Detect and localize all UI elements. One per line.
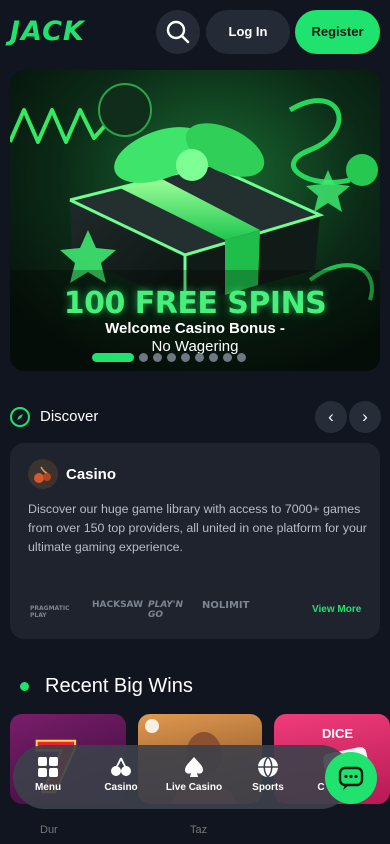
game-tag: Taz [190,824,208,836]
search-icon [166,20,190,44]
discover-prev-button[interactable]: ‹ [315,401,347,433]
nav-item-menu[interactable]: Menu [13,745,83,809]
nav-item-sports[interactable]: Sports [233,745,303,809]
brand-logo[interactable]: JACK [10,16,85,47]
discover-title: Discover [40,408,99,425]
live-indicator [20,682,29,691]
provider-logo: NOLIMIT [202,600,250,611]
carousel-dot[interactable] [237,352,246,362]
bottom-navigation: Menu Casino Live Casino Sports C [13,745,352,809]
spade-icon [185,757,203,777]
game-title: DICE [322,726,354,741]
promo-banner[interactable]: 100 FREE SPINS Welcome Casino Bonus - No… [10,70,380,371]
carousel-dot[interactable] [209,352,218,362]
register-button[interactable]: Register [295,10,380,54]
chat-icon [338,766,364,790]
carousel-dot[interactable] [195,352,204,362]
nav-label: Live Casino [165,782,223,793]
provider-logo: PRAGMATIC PLAY [30,605,70,619]
login-button[interactable]: Log In [206,10,290,54]
casino-card-description: Discover our huge game library with acce… [28,502,367,554]
carousel-dot[interactable] [153,352,162,362]
carousel-pagination [92,351,246,363]
casino-card[interactable]: Casino Discover our huge game library wi… [10,443,380,639]
nav-item-casino[interactable]: Casino [86,745,156,809]
nav-label: Sports [252,782,284,793]
casino-card-title: Casino [66,466,117,483]
compass-icon [10,407,30,427]
discover-header: Discover ‹ › [10,400,381,434]
search-button[interactable] [156,10,200,54]
banner-headline: 100 FREE SPINS [63,286,327,321]
nav-label: Casino [104,782,138,793]
nav-item-live-casino[interactable]: Live Casino [159,745,229,809]
carousel-dot-active[interactable] [92,352,134,362]
carousel-dot[interactable] [181,352,190,362]
grid-icon [38,757,58,777]
discover-next-button[interactable]: › [349,401,381,433]
cherries-icon [28,459,58,489]
recent-big-wins-title: Recent Big Wins [45,675,193,697]
cherries-icon [111,757,131,776]
carousel-dot[interactable] [223,352,232,362]
header: JACK Log In Register [0,0,390,66]
nav-label: Menu [34,782,62,793]
carousel-dot[interactable] [167,352,176,362]
ball-icon [258,756,278,778]
game-tag: Dur [40,824,58,836]
banner-subline: Welcome Casino Bonus - [105,320,285,337]
provider-logo: PLAY'N GO [148,600,184,620]
view-more-link[interactable]: View More [312,604,361,615]
provider-logo: HACKSAW [92,600,144,610]
chat-button[interactable] [325,752,377,804]
carousel-dot[interactable] [139,352,148,362]
